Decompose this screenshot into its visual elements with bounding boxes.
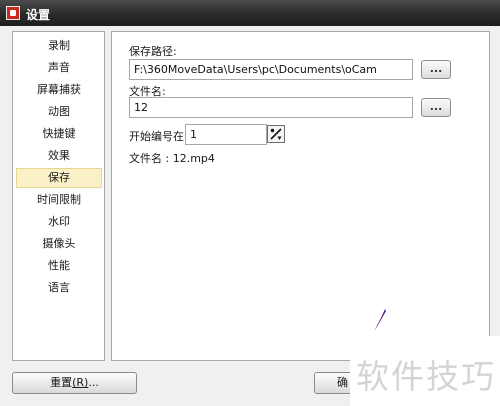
percent-arrow-icon bbox=[270, 128, 282, 140]
sidebar-item-language[interactable]: 语言 bbox=[16, 278, 102, 298]
sidebar-item-time-limit[interactable]: 时间限制 bbox=[16, 190, 102, 210]
save-path-field[interactable]: F:\360MoveData\Users\pc\Documents\oCam bbox=[129, 59, 413, 80]
watermark-text: 软件技巧 bbox=[356, 357, 496, 396]
sidebar-item-effects[interactable]: 效果 bbox=[16, 146, 102, 166]
sidebar-item-screen-capture[interactable]: 屏幕捕获 bbox=[16, 80, 102, 100]
sidebar-item-performance[interactable]: 性能 bbox=[16, 256, 102, 276]
sidebar-item-save[interactable]: 保存 bbox=[16, 168, 102, 188]
reset-mnemonic: (R) bbox=[72, 376, 89, 389]
sidebar-item-hotkeys[interactable]: 快捷键 bbox=[16, 124, 102, 144]
start-number-field[interactable]: 1 bbox=[185, 124, 267, 145]
window-title: 设置 bbox=[26, 8, 51, 22]
sidebar-item-gif[interactable]: 动图 bbox=[16, 102, 102, 122]
increment-toggle-button[interactable] bbox=[267, 125, 285, 143]
start-number-label: 开始编号在: bbox=[129, 130, 188, 143]
reset-suffix: ... bbox=[88, 376, 99, 389]
sidebar-item-webcam[interactable]: 摄像头 bbox=[16, 234, 102, 254]
filename-field[interactable]: 12 bbox=[129, 97, 413, 118]
sidebar-item-record[interactable]: 录制 bbox=[16, 36, 102, 56]
filename-preview: 文件名 : 12.mp4 bbox=[129, 152, 215, 165]
reset-label: 重置 bbox=[50, 376, 73, 389]
filename-options-button[interactable]: ... bbox=[421, 98, 451, 117]
pen-stroke-mark bbox=[374, 309, 386, 331]
app-icon bbox=[6, 6, 20, 20]
sidebar-item-watermark[interactable]: 水印 bbox=[16, 212, 102, 232]
ok-label: 确 bbox=[337, 376, 348, 389]
title-bar[interactable]: 设置 bbox=[0, 0, 500, 26]
save-settings-panel: 保存路径: F:\360MoveData\Users\pc\Documents\… bbox=[111, 31, 490, 361]
sidebar-item-audio[interactable]: 声音 bbox=[16, 58, 102, 78]
save-path-label: 保存路径: bbox=[129, 45, 177, 58]
settings-sidebar: 录制 声音 屏幕捕获 动图 快捷键 效果 保存 时间限制 水印 摄像头 性能 语… bbox=[12, 31, 105, 361]
browse-path-button[interactable]: ... bbox=[421, 60, 451, 79]
reset-button[interactable]: 重置(R)... bbox=[12, 372, 137, 394]
